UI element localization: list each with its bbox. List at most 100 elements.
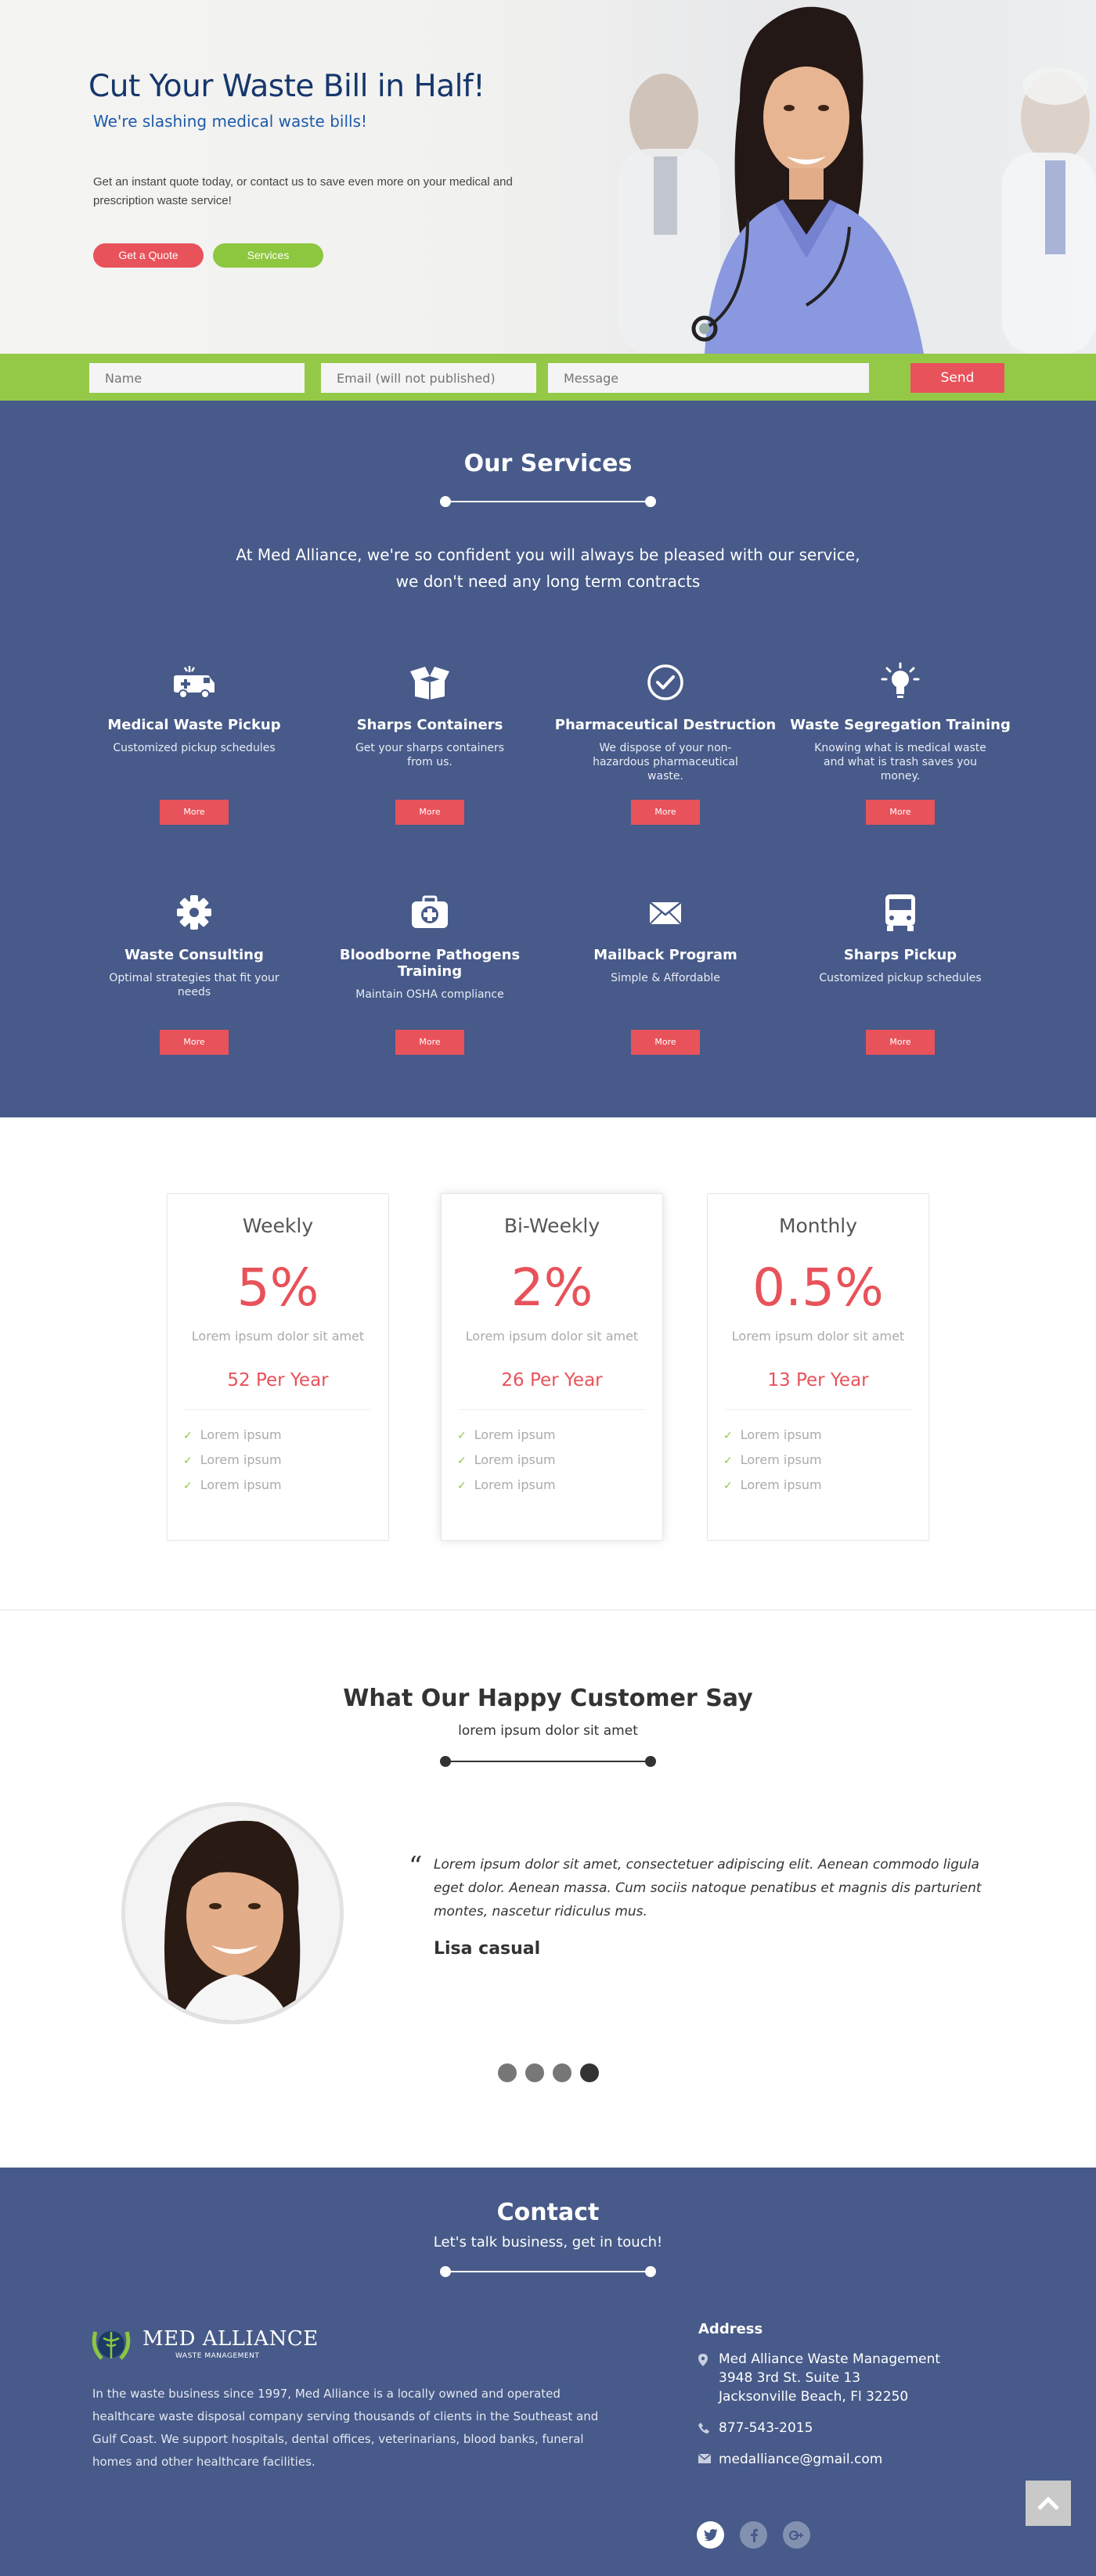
plan-feature-label: Lorem ipsum [740, 1477, 822, 1492]
service-description: We dispose of your non-hazardous pharmac… [593, 742, 738, 783]
service-card: Bloodborne Pathogens Training Maintain O… [312, 889, 547, 1055]
service-card: Waste Segregation Training Knowing what … [783, 659, 1018, 825]
carousel-pagination [498, 2063, 599, 2082]
google-plus-icon[interactable] [783, 2521, 810, 2549]
caduceus-logo-icon [92, 2331, 131, 2360]
hero-subtitle: We're slashing medical waste bills! [93, 112, 368, 131]
send-button[interactable]: Send [910, 363, 1004, 393]
plan-feature: ✓ Lorem ipsum [723, 1473, 928, 1498]
contact-subtitle: Let's talk business, get in touch! [433, 2234, 663, 2250]
phone-number[interactable]: 877-543-2015 [719, 2419, 813, 2437]
twitter-icon[interactable] [697, 2521, 724, 2549]
service-card: Medical Waste Pickup Customized pickup s… [77, 659, 312, 825]
services-intro: At Med Alliance, we're so confident you … [0, 541, 1096, 595]
more-button[interactable]: More [631, 800, 700, 825]
logo-name: MED ALLIANCE [142, 2327, 319, 2351]
more-button[interactable]: More [866, 800, 935, 825]
plan-features: ✓ Lorem ipsum ✓ Lorem ipsum ✓ Lorem ipsum [457, 1423, 662, 1498]
facebook-icon[interactable] [740, 2521, 767, 2549]
check-icon: ✓ [183, 1480, 193, 1492]
hero-banner: Cut Your Waste Bill in Half! We're slash… [0, 0, 1096, 354]
services-intro-line1: At Med Alliance, we're so confident you … [236, 545, 860, 564]
section-divider [440, 1756, 656, 1767]
pricing-section: Weekly 5% Lorem ipsum dolor sit amet 52 … [0, 1117, 1096, 1610]
service-name: Waste Consulting [124, 947, 264, 963]
get-quote-button[interactable]: Get a Quote [93, 243, 204, 268]
service-description: Get your sharps containers from us. [355, 742, 505, 768]
plan-features: ✓ Lorem ipsum ✓ Lorem ipsum ✓ Lorem ipsum [183, 1423, 388, 1498]
plan-name: Bi-Weekly [503, 1214, 600, 1237]
social-links [697, 2521, 810, 2549]
email-link[interactable]: medalliance@gmail.com [719, 2450, 882, 2469]
message-input[interactable] [548, 363, 869, 393]
address-line: 3948 3rd St. Suite 13 [719, 2370, 861, 2386]
plan-frequency: 52 Per Year [227, 1370, 329, 1391]
med-alliance-logo[interactable]: MED ALLIANCE WASTE MANAGEMENT [89, 2324, 319, 2363]
name-input[interactable] [89, 363, 305, 393]
check-icon: ✓ [183, 1430, 193, 1442]
pricing-card-biweekly: Bi-Weekly 2% Lorem ipsum dolor sit amet … [441, 1193, 663, 1541]
services-button[interactable]: Services [213, 243, 323, 268]
envelope-icon [548, 889, 783, 936]
carousel-dot[interactable] [498, 2063, 517, 2082]
check-icon: ✓ [457, 1430, 467, 1442]
section-divider [440, 496, 656, 507]
carousel-dot-active[interactable] [580, 2063, 599, 2082]
lightbulb-icon [783, 659, 1018, 706]
phone-icon [698, 2419, 719, 2437]
company-description: In the waste business since 1997, Med Al… [92, 2387, 599, 2469]
plan-feature: ✓ Lorem ipsum [723, 1423, 928, 1448]
address-heading: Address [698, 2321, 763, 2337]
more-button[interactable]: More [160, 800, 229, 825]
service-card: Waste Consulting Optimal strategies that… [77, 889, 312, 1055]
plan-tagline: Lorem ipsum dolor sit amet [191, 1329, 365, 1344]
more-button[interactable]: More [631, 1030, 700, 1055]
email-input[interactable] [321, 363, 536, 393]
service-description: Optimal strategies that fit your needs [109, 972, 279, 998]
carousel-dot[interactable] [553, 2063, 571, 2082]
service-name: Bloodborne Pathogens Training [339, 947, 521, 980]
testimonial-subtitle: lorem ipsum dolor sit amet [458, 1723, 638, 1739]
testimonial-author: Lisa casual [434, 1939, 541, 1959]
service-card: Sharps Containers Get your sharps contai… [312, 659, 547, 825]
scroll-to-top-button[interactable] [1026, 2481, 1071, 2526]
contact-title: Contact [496, 2199, 600, 2226]
plan-feature-label: Lorem ipsum [740, 1452, 822, 1467]
more-button[interactable]: More [395, 1030, 464, 1055]
check-icon: ✓ [457, 1455, 467, 1467]
section-divider [440, 2266, 656, 2277]
plan-feature-label: Lorem ipsum [740, 1427, 822, 1442]
plan-percent: 0.5% [752, 1257, 884, 1318]
more-button[interactable]: More [395, 800, 464, 825]
address-line: Med Alliance Waste Management [719, 2351, 941, 2367]
plan-percent: 2% [510, 1257, 593, 1318]
open-box-icon [312, 659, 547, 706]
service-card: Pharmaceutical Destruction We dispose of… [548, 659, 783, 825]
more-button[interactable]: More [160, 1030, 229, 1055]
plan-features: ✓ Lorem ipsum ✓ Lorem ipsum ✓ Lorem ipsum [723, 1423, 928, 1498]
hero-buttons: Get a Quote Services [93, 243, 574, 268]
service-description: Knowing what is medical waste and what i… [814, 742, 986, 783]
truck-icon [783, 889, 1018, 936]
customer-avatar [121, 1802, 344, 2024]
service-description: Maintain OSHA compliance [355, 988, 504, 1001]
service-card: Sharps Pickup Customized pickup schedule… [783, 889, 1018, 1055]
contact-section: Contact Let's talk business, get in touc… [0, 2168, 1096, 2576]
envelope-icon [698, 2450, 719, 2469]
plan-feature-label: Lorem ipsum [200, 1477, 282, 1492]
address-row: Med Alliance Waste Management 3948 3rd S… [698, 2350, 996, 2406]
pricing-card-weekly: Weekly 5% Lorem ipsum dolor sit amet 52 … [167, 1193, 389, 1541]
quick-contact-form: Send [0, 354, 1096, 401]
check-icon: ✓ [723, 1430, 733, 1442]
carousel-dot[interactable] [525, 2063, 544, 2082]
check-icon: ✓ [183, 1455, 193, 1467]
plan-name: Weekly [242, 1214, 314, 1237]
medical-kit-icon [312, 889, 547, 936]
logo-tagline: WASTE MANAGEMENT [175, 2352, 260, 2360]
more-button[interactable]: More [866, 1030, 935, 1055]
plan-frequency: 13 Per Year [767, 1370, 869, 1391]
map-marker-icon [698, 2350, 719, 2406]
plan-feature: ✓ Lorem ipsum [183, 1423, 388, 1448]
service-name: Sharps Pickup [843, 947, 957, 963]
testimonial-section: What Our Happy Customer Say lorem ipsum … [0, 1610, 1096, 2168]
